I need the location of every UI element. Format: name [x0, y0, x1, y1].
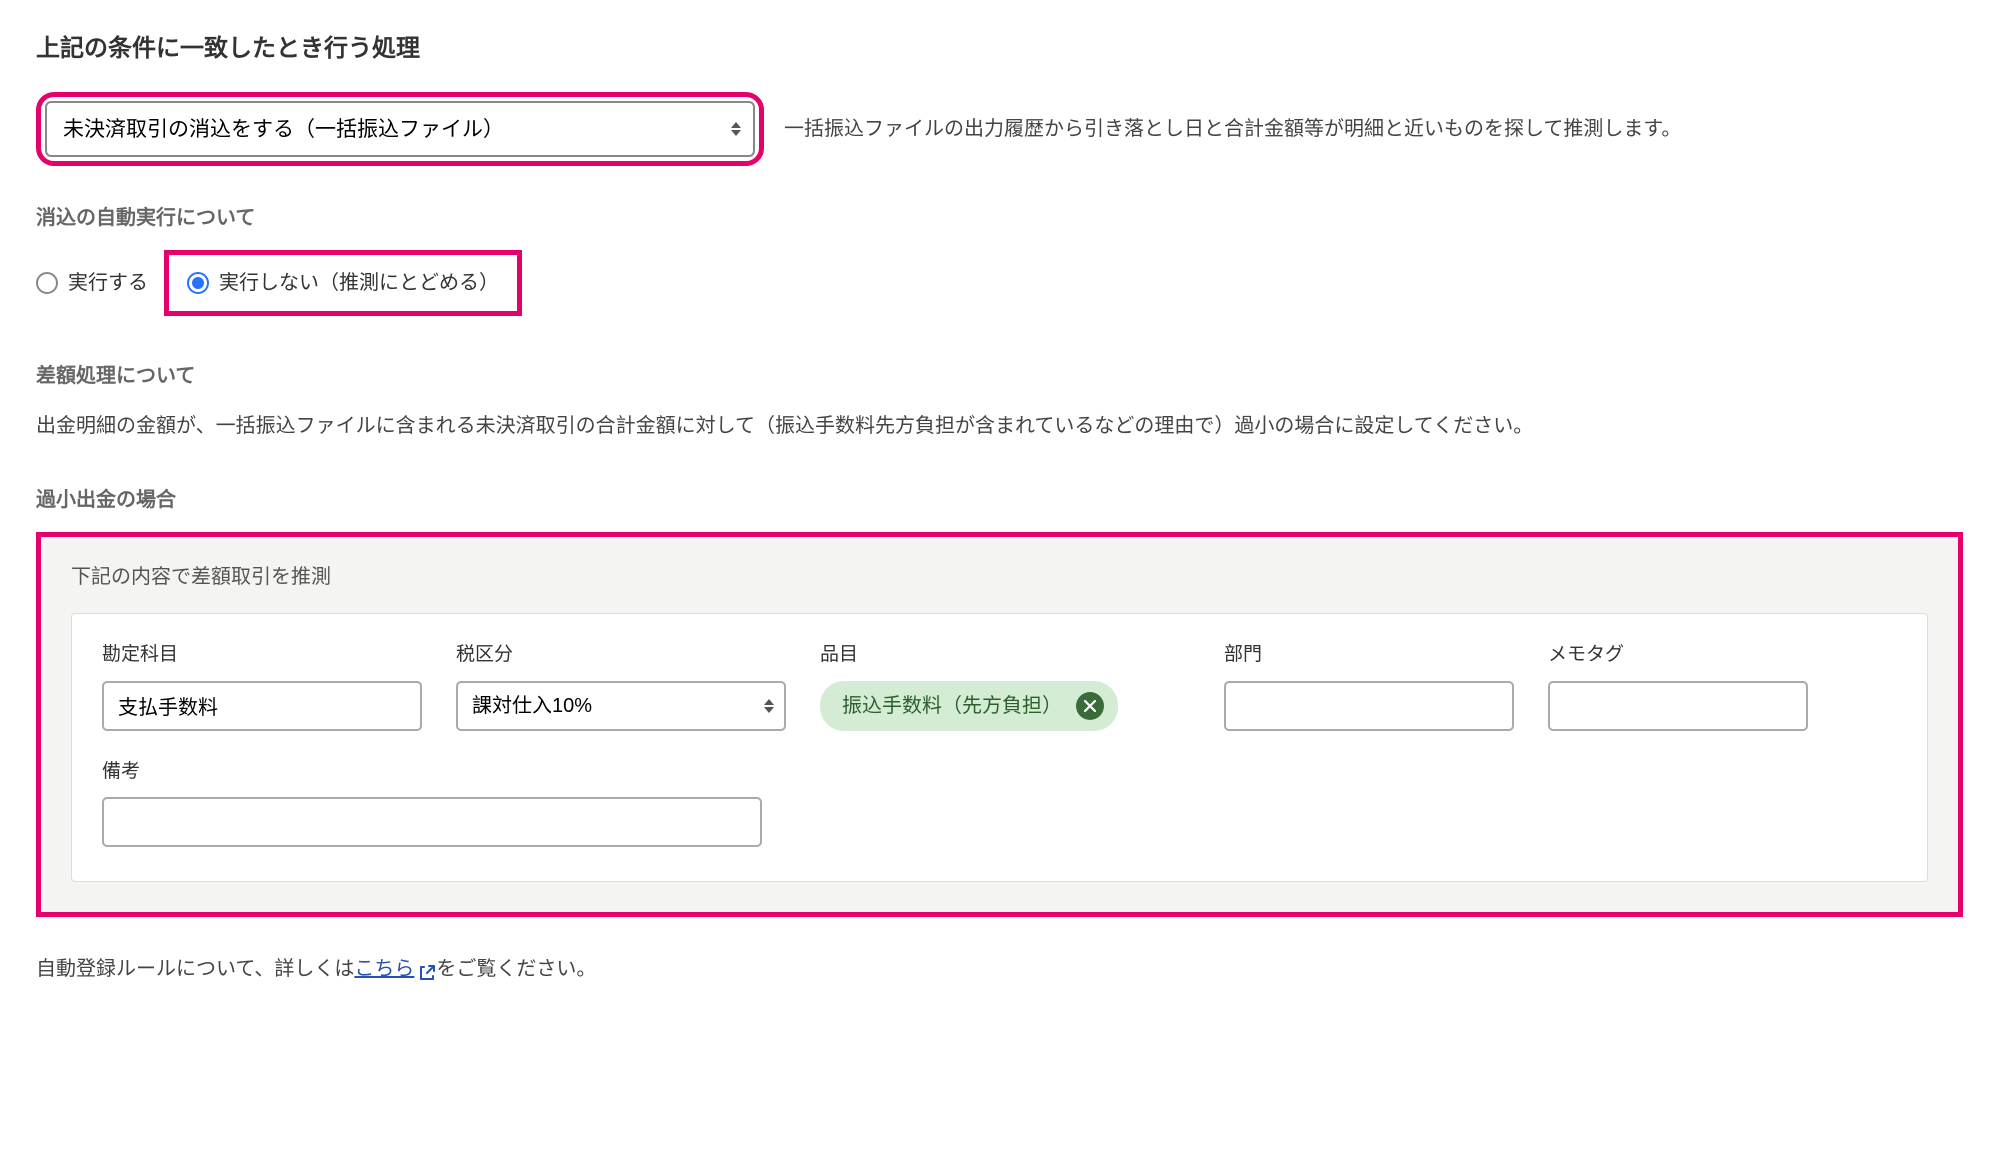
dept-input[interactable]	[1224, 681, 1514, 731]
footer-prefix: 自動登録ルールについて、詳しくは	[36, 958, 354, 980]
radio-icon-checked	[187, 272, 209, 294]
footer-link[interactable]: こちら	[354, 953, 436, 985]
diff-body: 出金明細の金額が、一括振込ファイルに含まれる未決済取引の合計金額に対して（振込手…	[36, 408, 1963, 444]
field-item: 品目 振込手数料（先方負担）	[820, 640, 1190, 730]
field-remark-label: 備考	[102, 757, 1897, 787]
action-description: 一括振込ファイルの出力履歴から引き落とし日と合計金額等が明細と近いものを探して推…	[784, 113, 1681, 145]
radio-no-execute-label: 実行しない（推測にとどめる）	[219, 267, 499, 299]
auto-exec-heading: 消込の自動実行について	[36, 202, 1963, 234]
account-input[interactable]	[102, 681, 422, 731]
radio-no-execute[interactable]: 実行しない（推測にとどめる）	[187, 267, 499, 299]
field-dept: 部門	[1224, 640, 1514, 730]
action-select-highlight: 未決済取引の消込をする（一括振込ファイル）	[36, 92, 764, 166]
radio-execute-label: 実行する	[68, 267, 148, 299]
panel-inner: 勘定科目 税区分 課対仕入10%	[71, 613, 1928, 882]
tax-select[interactable]: 課対仕入10%	[456, 681, 786, 731]
field-memotag-label: メモタグ	[1548, 640, 1808, 670]
auto-exec-radio-group: 実行する 実行しない（推測にとどめる）	[36, 250, 1963, 316]
action-select[interactable]: 未決済取引の消込をする（一括振込ファイル）	[45, 101, 755, 157]
fields-row-1: 勘定科目 税区分 課対仕入10%	[102, 640, 1897, 730]
field-remark: 備考	[102, 757, 1897, 847]
item-tag-text: 振込手数料（先方負担）	[842, 690, 1062, 722]
main-heading: 上記の条件に一致したとき行う処理	[36, 30, 1963, 68]
external-link-icon	[418, 960, 436, 978]
panel-title: 下記の内容で差額取引を推測	[71, 561, 1928, 593]
field-tax-label: 税区分	[456, 640, 786, 670]
diff-heading: 差額処理について	[36, 360, 1963, 392]
radio-no-execute-highlight: 実行しない（推測にとどめる）	[164, 250, 522, 316]
remark-input[interactable]	[102, 797, 762, 847]
field-item-label: 品目	[820, 640, 1190, 670]
close-icon[interactable]	[1076, 692, 1104, 720]
field-memotag: メモタグ	[1548, 640, 1808, 730]
footer-suffix: をご覧ください。	[436, 958, 596, 980]
radio-execute[interactable]: 実行する	[36, 267, 148, 299]
undersized-heading: 過小出金の場合	[36, 484, 1963, 516]
action-select-wrap: 未決済取引の消込をする（一括振込ファイル）	[45, 101, 755, 157]
field-dept-label: 部門	[1224, 640, 1514, 670]
field-tax: 税区分 課対仕入10%	[456, 640, 786, 730]
radio-icon	[36, 272, 58, 294]
footer-text: 自動登録ルールについて、詳しくはこちらをご覧ください。	[36, 953, 1963, 985]
undersized-panel: 下記の内容で差額取引を推測 勘定科目 税区分 課対仕入10%	[41, 537, 1958, 912]
field-account-label: 勘定科目	[102, 640, 422, 670]
field-account: 勘定科目	[102, 640, 422, 730]
item-tag[interactable]: 振込手数料（先方負担）	[820, 681, 1118, 731]
action-row: 未決済取引の消込をする（一括振込ファイル） 一括振込ファイルの出力履歴から引き落…	[36, 92, 1963, 166]
undersized-panel-highlight: 下記の内容で差額取引を推測 勘定科目 税区分 課対仕入10%	[36, 532, 1963, 917]
memotag-input[interactable]	[1548, 681, 1808, 731]
